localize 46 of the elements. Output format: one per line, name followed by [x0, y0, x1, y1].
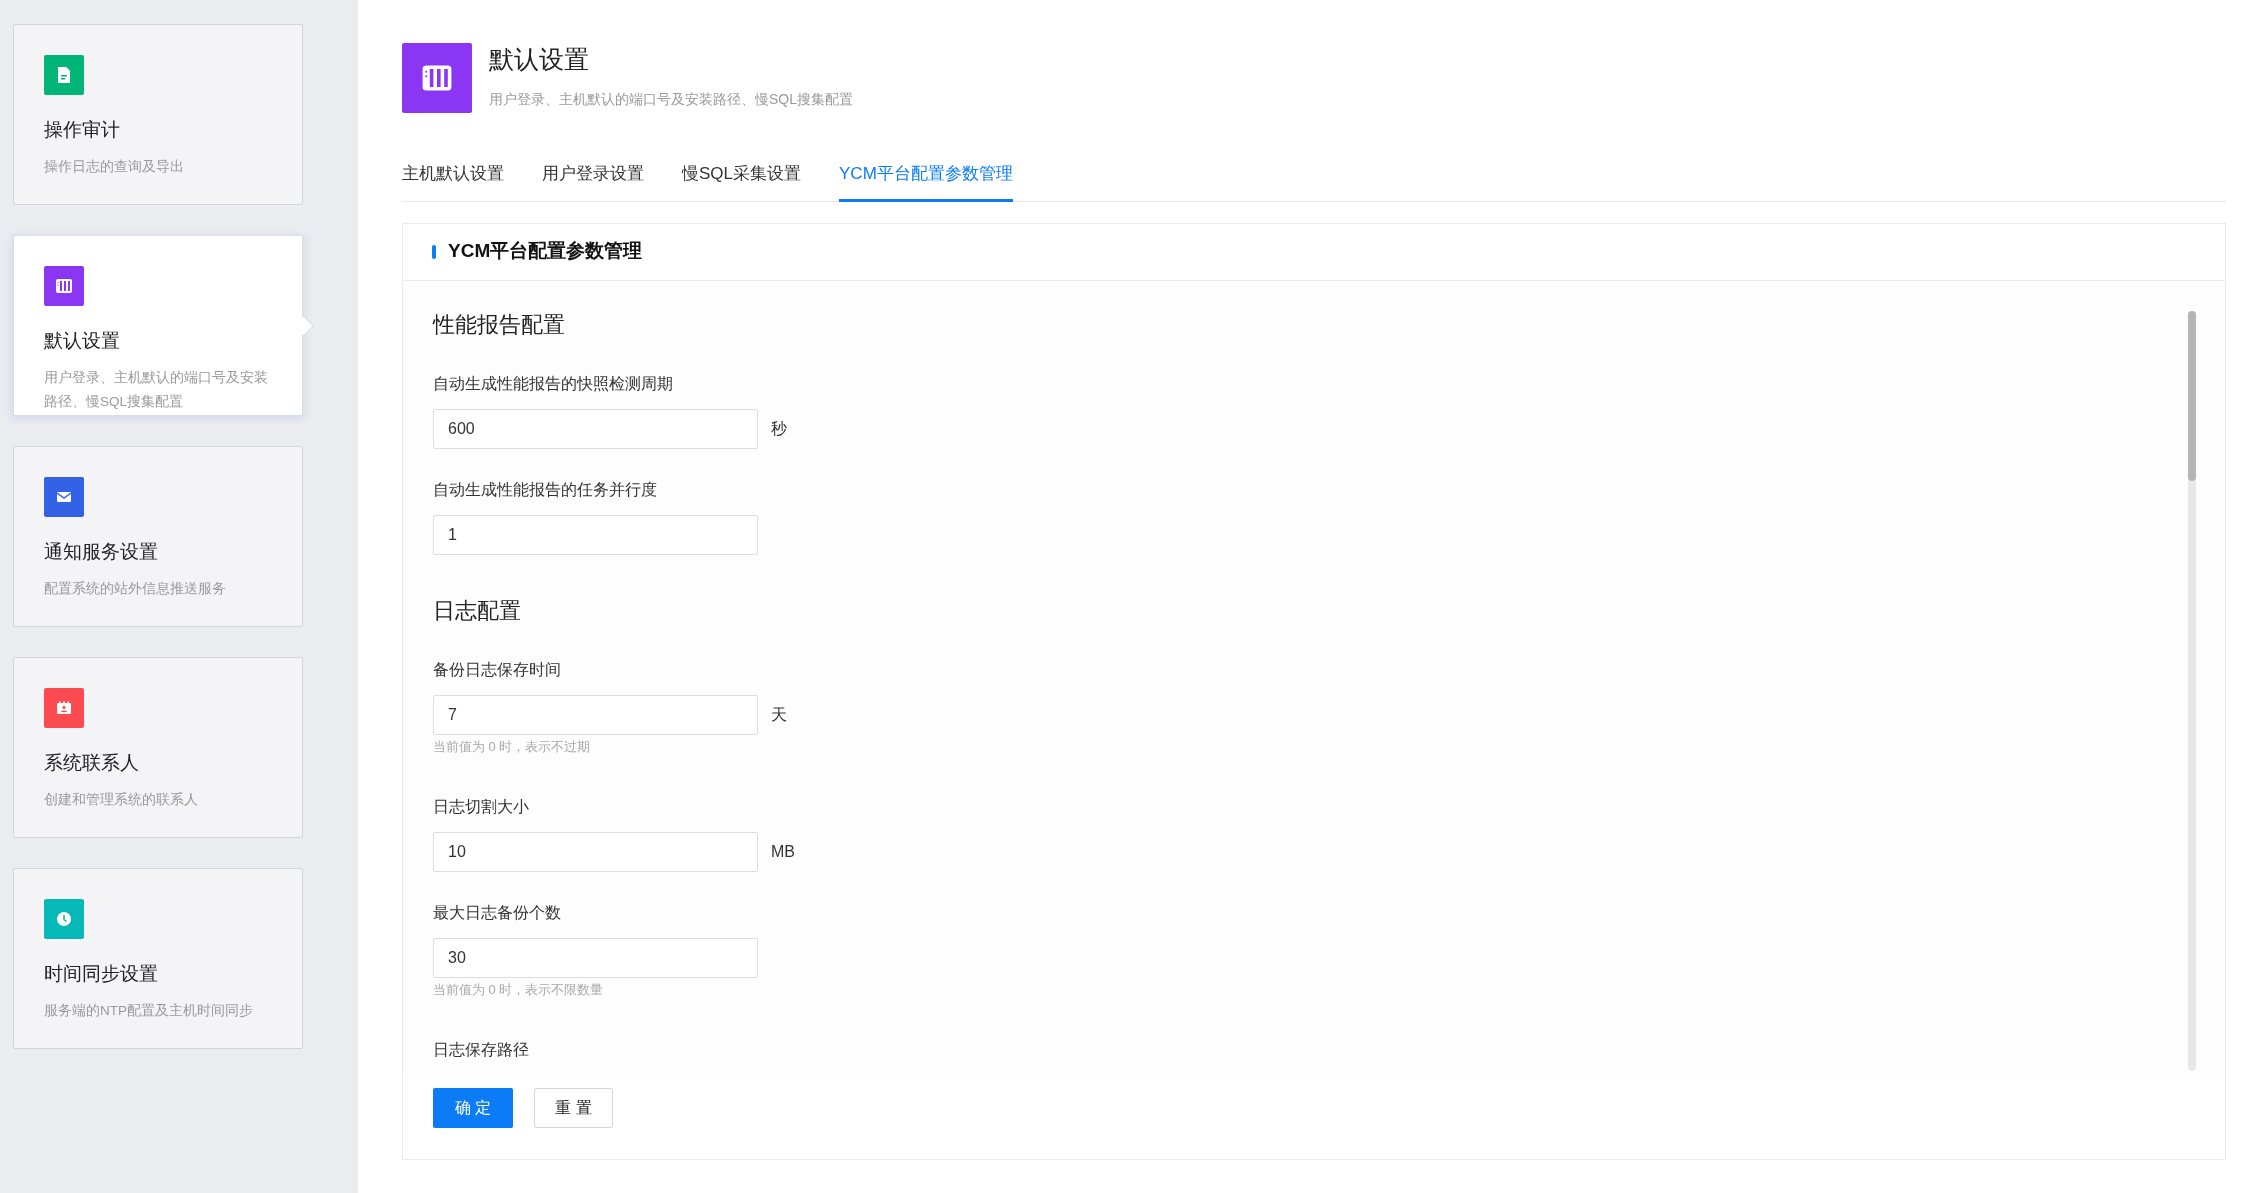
sidebar-card[interactable]: 操作审计 操作日志的查询及导出: [13, 24, 303, 205]
server-icon: [402, 43, 472, 113]
accent-bar: [432, 244, 436, 259]
field-label: 自动生成性能报告的快照检测周期: [433, 373, 674, 394]
tab[interactable]: 用户登录设置: [542, 161, 644, 202]
field-label: 最大日志备份个数: [433, 902, 562, 923]
sidebar-card[interactable]: 时间同步设置 服务端的NTP配置及主机时间同步: [13, 868, 303, 1049]
sidebar-card[interactable]: 默认设置 用户登录、主机默认的端口号及安装路径、慢SQL搜集配置: [13, 235, 303, 416]
unit-label: 天: [771, 704, 787, 725]
scrollbar[interactable]: [2188, 310, 2196, 1071]
field-label: 日志保存路径: [433, 1039, 530, 1060]
unit-label: MB: [771, 841, 795, 862]
page-subtitle: 用户登录、主机默认的端口号及安装路径、慢SQL搜集配置: [489, 90, 853, 109]
reset-button[interactable]: 重 置: [534, 1087, 613, 1128]
input-field[interactable]: 1: [433, 514, 758, 555]
card-title: 操作审计: [44, 118, 121, 142]
card-description: 用户登录、主机默认的端口号及安装路径、慢SQL搜集配置: [44, 369, 269, 411]
card-title: 系统联系人: [44, 751, 140, 775]
input-field[interactable]: 600: [433, 408, 758, 449]
card-title: 默认设置: [44, 329, 121, 353]
confirm-button[interactable]: 确 定: [433, 1087, 513, 1128]
scrollbar-thumb[interactable]: [2188, 310, 2196, 481]
tab[interactable]: YCM平台配置参数管理: [839, 161, 1013, 202]
card-description: 配置系统的站外信息推送服务: [44, 580, 227, 598]
card-description: 创建和管理系统的联系人: [44, 791, 199, 809]
card-title: 通知服务设置: [44, 540, 159, 564]
input-field[interactable]: 7: [433, 694, 758, 735]
hint-text: 当前值为 0 时，表示不限数量: [433, 980, 605, 999]
input-field[interactable]: 30: [433, 937, 758, 978]
card-description: 操作日志的查询及导出: [44, 158, 185, 176]
unit-label: 秒: [771, 418, 787, 439]
sidebar-card[interactable]: 系统联系人 创建和管理系统的联系人: [13, 657, 303, 838]
panel-title: YCM平台配置参数管理: [448, 239, 643, 264]
field-label: 自动生成性能报告的任务并行度: [433, 479, 658, 500]
sidebar-card[interactable]: 通知服务设置 配置系统的站外信息推送服务: [13, 446, 303, 627]
section-title: 日志配置: [433, 596, 522, 625]
input-field[interactable]: 10: [433, 831, 758, 872]
field-label: 日志切割大小: [433, 796, 530, 817]
card-description: 服务端的NTP配置及主机时间同步: [44, 1002, 254, 1020]
hint-text: 当前值为 0 时，表示不过期: [433, 737, 592, 756]
tab[interactable]: 慢SQL采集设置: [682, 161, 802, 202]
field-label: 备份日志保存时间: [433, 659, 562, 680]
page-title: 默认设置: [489, 44, 590, 75]
tab[interactable]: 主机默认设置: [402, 161, 504, 202]
card-title: 时间同步设置: [44, 962, 159, 986]
section-title: 性能报告配置: [433, 310, 566, 339]
